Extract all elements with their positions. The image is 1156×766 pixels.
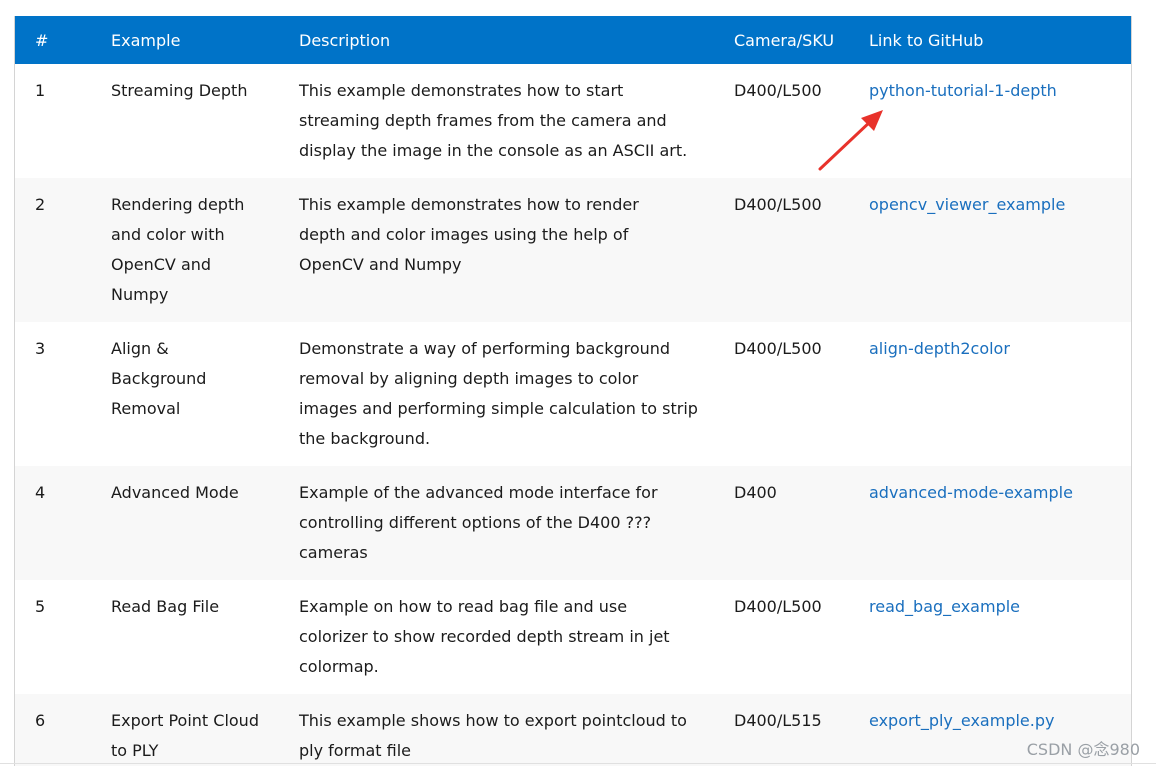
page: # Example Description Camera/SKU Link to…	[0, 0, 1156, 766]
row-example: Streaming Depth	[111, 81, 248, 100]
row-example: Read Bag File	[111, 597, 220, 616]
row-example: Align & Background Removal	[111, 339, 207, 418]
table-row: 5 Read Bag File Example on how to read b…	[15, 580, 1131, 694]
github-link[interactable]: opencv_viewer_example	[869, 195, 1065, 214]
row-sku: D400	[734, 483, 777, 502]
github-link[interactable]: export_ply_example.py	[869, 711, 1054, 730]
row-number: 1	[35, 81, 46, 100]
table-header-row: # Example Description Camera/SKU Link to…	[15, 16, 1131, 64]
table-row: 4 Advanced Mode Example of the advanced …	[15, 466, 1131, 580]
row-example: Rendering depth and color with OpenCV an…	[111, 195, 245, 304]
header-link: Link to GitHub	[869, 30, 984, 50]
row-description: This example shows how to export pointcl…	[299, 711, 687, 760]
table-row: 3 Align & Background Removal Demonstrate…	[15, 322, 1131, 466]
row-number: 2	[35, 195, 46, 214]
github-link[interactable]: align-depth2color	[869, 339, 1010, 358]
watermark: CSDN @念980	[1026, 740, 1140, 759]
row-description: Example on how to read bag file and use …	[299, 597, 670, 676]
header-camera-sku: Camera/SKU	[734, 30, 835, 50]
row-number: 4	[35, 483, 46, 502]
row-example: Export Point Cloud to PLY	[111, 711, 259, 760]
github-link[interactable]: advanced-mode-example	[869, 483, 1073, 502]
table-row: 1 Streaming Depth This example demonstra…	[15, 64, 1131, 178]
row-number: 6	[35, 711, 46, 730]
table-row: 2 Rendering depth and color with OpenCV …	[15, 178, 1131, 322]
bottom-divider	[0, 763, 1156, 764]
row-description: Demonstrate a way of performing backgrou…	[299, 339, 698, 448]
row-sku: D400/L500	[734, 339, 822, 358]
header-description: Description	[299, 30, 391, 50]
row-sku: D400/L500	[734, 597, 822, 616]
examples-table: # Example Description Camera/SKU Link to…	[15, 16, 1131, 766]
header-example: Example	[111, 30, 181, 50]
row-description: This example demonstrates how to start s…	[299, 81, 688, 160]
row-sku: D400/L500	[734, 81, 822, 100]
row-number: 5	[35, 597, 46, 616]
header-number: #	[35, 30, 49, 50]
row-number: 3	[35, 339, 46, 358]
row-description: Example of the advanced mode interface f…	[299, 483, 658, 562]
row-sku: D400/L500	[734, 195, 822, 214]
row-example: Advanced Mode	[111, 483, 239, 502]
row-description: This example demonstrates how to render …	[299, 195, 639, 274]
github-link[interactable]: python-tutorial-1-depth	[869, 81, 1057, 100]
row-sku: D400/L515	[734, 711, 822, 730]
github-link[interactable]: read_bag_example	[869, 597, 1020, 616]
table-row: 6 Export Point Cloud to PLY This example…	[15, 694, 1131, 766]
examples-table-frame: # Example Description Camera/SKU Link to…	[14, 16, 1132, 766]
